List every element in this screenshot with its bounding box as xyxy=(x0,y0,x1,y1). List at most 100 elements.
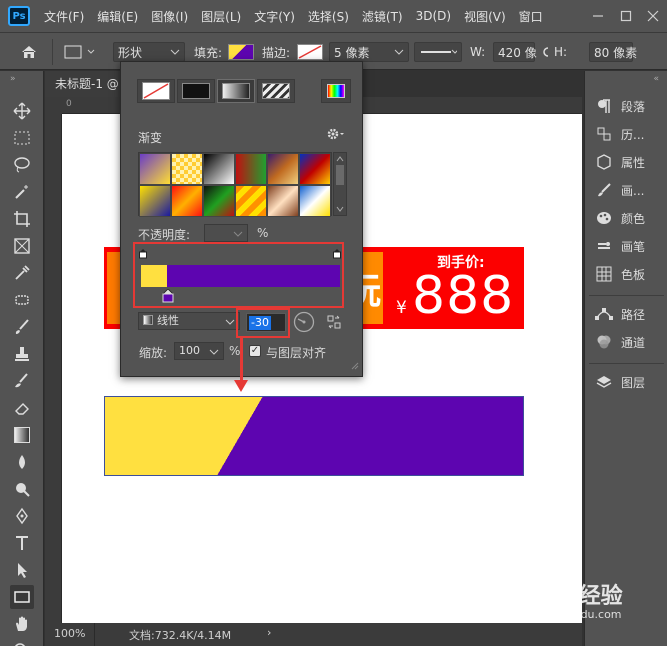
reverse-gradient-icon[interactable] xyxy=(327,315,341,332)
width-value: 420 像 xyxy=(498,45,537,60)
eraser-tool-icon[interactable] xyxy=(10,396,34,420)
gradient-style-select[interactable]: 线性 xyxy=(138,312,240,330)
panel-history[interactable]: 历... xyxy=(585,123,667,145)
menu-file[interactable]: 文件(F) xyxy=(44,8,84,25)
home-icon[interactable] xyxy=(20,42,38,62)
gradient-tool-icon[interactable] xyxy=(10,423,34,447)
gradient-preset-swatch[interactable] xyxy=(203,153,235,185)
gradient-preset-swatch[interactable] xyxy=(299,153,331,185)
gradient-preset-swatch[interactable] xyxy=(171,185,203,217)
annotation-arrow-shaft xyxy=(240,336,243,384)
width-input[interactable]: 420 像 xyxy=(493,42,537,62)
lasso-tool-icon[interactable] xyxy=(10,153,34,177)
panel-label: 历... xyxy=(621,127,645,142)
panel-label: 画... xyxy=(621,183,645,198)
pattern-button[interactable] xyxy=(257,79,295,103)
color-picker-icon[interactable] xyxy=(321,79,351,103)
gradient-button[interactable] xyxy=(217,79,255,103)
move-tool-icon[interactable] xyxy=(10,99,34,123)
height-input[interactable]: 80 像素 xyxy=(589,42,637,62)
gradient-preset-swatch[interactable] xyxy=(203,185,235,217)
crop-tool-icon[interactable] xyxy=(10,207,34,231)
panel-paragraph[interactable]: 段落 xyxy=(585,95,667,117)
hand-tool-icon[interactable] xyxy=(10,612,34,636)
menu-filter[interactable]: 滤镜(T) xyxy=(362,8,403,25)
width-label: W: xyxy=(470,45,486,59)
brush-tool-icon[interactable] xyxy=(10,315,34,339)
gradient-rectangle-shape[interactable] xyxy=(104,396,524,476)
color-icon xyxy=(593,210,615,226)
menu-window[interactable]: 窗口 xyxy=(519,8,543,25)
panel-brush-settings[interactable]: 画... xyxy=(585,179,667,201)
presets-scrollbar[interactable] xyxy=(333,152,347,216)
menu-select[interactable]: 选择(S) xyxy=(308,8,349,25)
menu-type[interactable]: 文字(Y) xyxy=(254,8,295,25)
healing-brush-tool-icon[interactable] xyxy=(10,288,34,312)
stroke-width-select[interactable]: 5 像素 xyxy=(329,42,409,62)
magic-wand-tool-icon[interactable] xyxy=(10,180,34,204)
gradient-preset-swatch[interactable] xyxy=(267,185,299,217)
menu-view[interactable]: 视图(V) xyxy=(464,8,506,25)
gradient-preset-swatch[interactable] xyxy=(267,153,299,185)
scale-input[interactable]: 100 xyxy=(174,342,224,360)
gradient-preset-swatch[interactable] xyxy=(139,185,171,217)
align-with-layer-checkbox[interactable]: ✓ xyxy=(249,345,261,357)
panel-swatches[interactable]: 色板 xyxy=(585,263,667,285)
pen-tool-icon[interactable] xyxy=(10,504,34,528)
path-selection-tool-icon[interactable] xyxy=(10,558,34,582)
gear-icon[interactable] xyxy=(327,127,345,144)
marquee-tool-icon[interactable] xyxy=(10,126,34,150)
solid-color-button[interactable] xyxy=(177,79,215,103)
no-fill-button[interactable] xyxy=(137,79,175,103)
stroke-width-value: 5 像素 xyxy=(334,45,370,60)
panel-layers[interactable]: 图层 xyxy=(585,371,667,393)
stroke-type-select[interactable] xyxy=(414,42,462,62)
panel-channels[interactable]: 通道 xyxy=(585,331,667,353)
gradient-preset-swatch[interactable] xyxy=(235,153,267,185)
blur-tool-icon[interactable] xyxy=(10,450,34,474)
panel-color[interactable]: 颜色 xyxy=(585,207,667,229)
panel-properties[interactable]: 属性 xyxy=(585,151,667,173)
fill-swatch[interactable] xyxy=(228,42,254,62)
ruler-corner xyxy=(45,97,62,114)
panel-paths[interactable]: 路径 xyxy=(585,303,667,325)
close-icon[interactable] xyxy=(639,0,667,32)
dodge-tool-icon[interactable] xyxy=(10,477,34,501)
panel-brushes[interactable]: 画笔 xyxy=(585,235,667,257)
gradient-preset-swatch[interactable] xyxy=(171,153,203,185)
zoom-level[interactable]: 100% xyxy=(54,627,85,640)
ruler-zero-label: 0 xyxy=(66,99,72,109)
scale-unit: % xyxy=(229,344,241,358)
resize-grip-icon[interactable] xyxy=(349,359,359,373)
clone-stamp-tool-icon[interactable] xyxy=(10,342,34,366)
menu-layer[interactable]: 图层(L) xyxy=(201,8,241,25)
swatches-icon xyxy=(593,266,615,282)
minimize-icon[interactable] xyxy=(584,0,612,32)
angle-dial-icon[interactable] xyxy=(293,311,315,336)
menu-edit[interactable]: 编辑(E) xyxy=(97,8,138,25)
paths-icon xyxy=(593,306,615,322)
status-menu-arrow[interactable]: › xyxy=(267,626,271,639)
shape-mode-select[interactable]: 形状 xyxy=(113,42,185,62)
frame-tool-icon[interactable] xyxy=(10,234,34,258)
menu-3d[interactable]: 3D(D) xyxy=(416,9,451,23)
gradient-preset-swatch[interactable] xyxy=(235,185,267,217)
gradient-preset-swatch[interactable] xyxy=(139,153,171,185)
zoom-tool-icon[interactable] xyxy=(10,639,34,646)
maximize-icon[interactable] xyxy=(612,0,640,32)
type-tool-icon[interactable] xyxy=(10,531,34,555)
collapse-panels-icon[interactable]: « xyxy=(653,74,659,84)
eyedropper-tool-icon[interactable] xyxy=(10,261,34,285)
history-brush-tool-icon[interactable] xyxy=(10,369,34,393)
opacity-input[interactable] xyxy=(204,224,248,242)
link-icon[interactable] xyxy=(540,42,552,62)
collapse-toolbar-icon[interactable]: » xyxy=(10,74,16,84)
tool-preset-picker[interactable] xyxy=(62,42,96,62)
panel-label: 颜色 xyxy=(621,211,646,226)
document-tab[interactable]: 未标题-1 @ xyxy=(45,71,125,97)
gradient-preset-swatch[interactable] xyxy=(299,185,331,217)
angle-highlight xyxy=(236,308,290,338)
menu-image[interactable]: 图像(I) xyxy=(151,8,188,25)
rectangle-tool-icon[interactable] xyxy=(10,585,34,609)
stroke-swatch[interactable] xyxy=(297,42,323,62)
